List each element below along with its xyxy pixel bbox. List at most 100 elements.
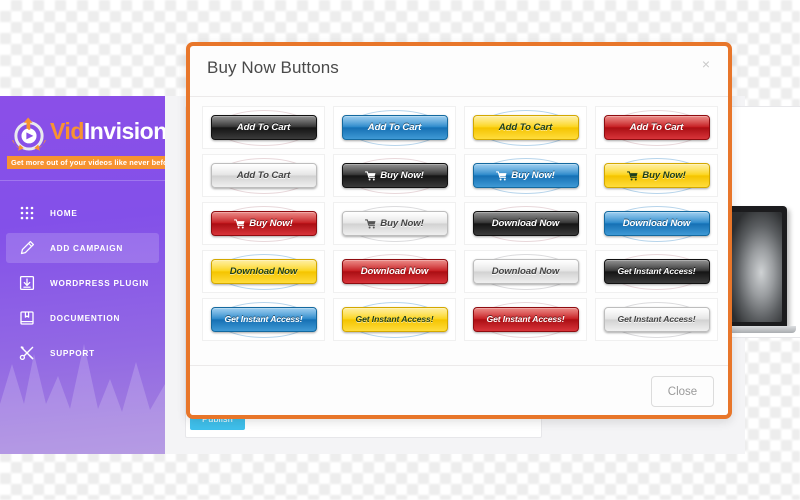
cart-icon-wrap: [365, 170, 378, 181]
sidebar-item-wordpress-plugin[interactable]: WORDPRESS PLUGIN: [6, 268, 159, 298]
button-label: Buy Now!: [249, 217, 293, 229]
sidebar-item-add-campaign[interactable]: ADD CAMPAIGN: [6, 233, 159, 263]
button-label: Add To Cart: [236, 121, 291, 133]
modal-title: Buy Now Buttons: [207, 58, 339, 77]
button-label: Add To Cart: [498, 121, 553, 133]
button-cell[interactable]: Buy Now!: [333, 202, 456, 245]
sidebar-item-documention[interactable]: DOCUMENTION: [6, 303, 159, 333]
button-cell[interactable]: Add To Cart: [595, 106, 718, 149]
buy-now-button-blue[interactable]: Buy Now!: [472, 163, 579, 188]
play-circle-logo-icon: [12, 117, 46, 151]
shopping-cart-icon: [627, 170, 638, 181]
button-cell[interactable]: Add To Cart: [202, 154, 325, 197]
button-label: Buy Now!: [642, 169, 686, 181]
buy-now-button-yellow[interactable]: Buy Now!: [603, 163, 710, 188]
buy-now-button-blue[interactable]: Download Now: [603, 211, 710, 236]
logo-text-invision: Invision: [83, 118, 165, 144]
button-label: Download Now: [622, 217, 691, 229]
button-cell[interactable]: Download Now: [202, 250, 325, 293]
sidebar-item-label: ADD CAMPAIGN: [50, 243, 123, 253]
button-cell[interactable]: Buy Now!: [464, 154, 587, 197]
buy-now-button-blue[interactable]: Add To Cart: [341, 115, 448, 140]
buy-now-button-black[interactable]: Add To Cart: [210, 115, 317, 140]
close-icon[interactable]: ×: [698, 56, 714, 72]
button-label: Add To Cart: [367, 121, 422, 133]
shopping-cart-icon: [234, 218, 245, 229]
button-cell[interactable]: Buy Now!: [333, 154, 456, 197]
laptop-preview-image: [725, 206, 787, 326]
sidebar-item-support[interactable]: SUPPORT: [6, 338, 159, 368]
button-cell[interactable]: Get Instant Access!: [595, 250, 718, 293]
button-cell[interactable]: Add To Cart: [464, 106, 587, 149]
sidebar-divider: [0, 180, 165, 181]
buy-now-button-red[interactable]: Download Now: [341, 259, 448, 284]
button-cell[interactable]: Get Instant Access!: [464, 298, 587, 341]
button-label: Get Instant Access!: [224, 314, 303, 325]
grid-dots-icon: [12, 198, 42, 228]
button-label: Add To Cart: [236, 169, 291, 181]
logo-tagline: Get more out of your videos like never b…: [7, 156, 165, 169]
buy-now-button-black[interactable]: Download Now: [472, 211, 579, 236]
buy-now-button-red[interactable]: Get Instant Access!: [472, 307, 579, 332]
buy-now-button-grey[interactable]: Buy Now!: [341, 211, 448, 236]
buy-now-button-yellow[interactable]: Add To Cart: [472, 115, 579, 140]
buy-now-button-red[interactable]: Add To Cart: [603, 115, 710, 140]
logo-text-vid: Vid: [50, 118, 84, 144]
buy-now-button-grey[interactable]: Add To Cart: [210, 163, 317, 188]
buy-now-button-black[interactable]: Buy Now!: [341, 163, 448, 188]
shopping-cart-icon: [365, 170, 376, 181]
button-cell[interactable]: Add To Cart: [333, 106, 456, 149]
shopping-cart-icon: [496, 170, 507, 181]
button-label: Download Now: [491, 217, 560, 229]
buy-now-button-grey[interactable]: Get Instant Access!: [603, 307, 710, 332]
buy-now-button-black[interactable]: Get Instant Access!: [603, 259, 710, 284]
button-label: Download Now: [229, 265, 298, 277]
modal-header: Buy Now Buttons ×: [190, 46, 728, 97]
logo: VidInvision Get more out of your videos …: [0, 110, 165, 172]
laptop-screen: [730, 212, 782, 322]
tools-cross-icon: [12, 338, 42, 368]
buy-now-button-grey[interactable]: Download Now: [472, 259, 579, 284]
button-label: Get Instant Access!: [355, 314, 434, 325]
book-icon: [12, 303, 42, 333]
buy-now-button-red[interactable]: Buy Now!: [210, 211, 317, 236]
button-cell[interactable]: Get Instant Access!: [202, 298, 325, 341]
sidebar-item-label: DOCUMENTION: [50, 313, 121, 323]
button-label: Buy Now!: [380, 217, 424, 229]
button-label: Buy Now!: [380, 169, 424, 181]
buy-now-buttons-modal: Buy Now Buttons × Add To Cart Add To Cart…: [186, 42, 732, 419]
button-label: Get Instant Access!: [617, 314, 696, 325]
button-gallery-grid: Add To Cart Add To Cart Add To Cart Add To …: [202, 106, 718, 341]
sidebar-item-label: HOME: [50, 208, 78, 218]
buy-now-button-yellow[interactable]: Download Now: [210, 259, 317, 284]
button-cell[interactable]: Download Now: [333, 250, 456, 293]
button-cell[interactable]: Download Now: [464, 250, 587, 293]
button-label: Download Now: [360, 265, 429, 277]
button-label: Get Instant Access!: [486, 314, 565, 325]
button-label: Get Instant Access!: [617, 266, 696, 277]
button-cell[interactable]: Get Instant Access!: [595, 298, 718, 341]
buy-now-button-blue[interactable]: Get Instant Access!: [210, 307, 317, 332]
modal-body: Add To Cart Add To Cart Add To Cart Add To …: [190, 97, 728, 365]
close-button[interactable]: Close: [651, 376, 714, 407]
button-cell[interactable]: Get Instant Access!: [333, 298, 456, 341]
button-cell[interactable]: Download Now: [464, 202, 587, 245]
sidebar-item-label: WORDPRESS PLUGIN: [50, 278, 149, 288]
cart-icon-wrap: [496, 170, 509, 181]
buy-now-button-yellow[interactable]: Get Instant Access!: [341, 307, 448, 332]
shopping-cart-icon: [365, 218, 376, 229]
button-cell[interactable]: Add To Cart: [202, 106, 325, 149]
sidebar-item-label: SUPPORT: [50, 348, 95, 358]
button-cell[interactable]: Download Now: [595, 202, 718, 245]
pencil-icon: [12, 233, 42, 263]
logo-wordmark: VidInvision: [50, 118, 165, 145]
sidebar-item-home[interactable]: HOME: [6, 198, 159, 228]
sidebar: VidInvision Get more out of your videos …: [0, 96, 165, 454]
button-label: Add To Cart: [629, 121, 684, 133]
button-cell[interactable]: Buy Now!: [202, 202, 325, 245]
button-label: Buy Now!: [511, 169, 555, 181]
cart-icon-wrap: [627, 170, 640, 181]
cart-icon-wrap: [234, 218, 247, 229]
cart-icon-wrap: [365, 218, 378, 229]
button-cell[interactable]: Buy Now!: [595, 154, 718, 197]
